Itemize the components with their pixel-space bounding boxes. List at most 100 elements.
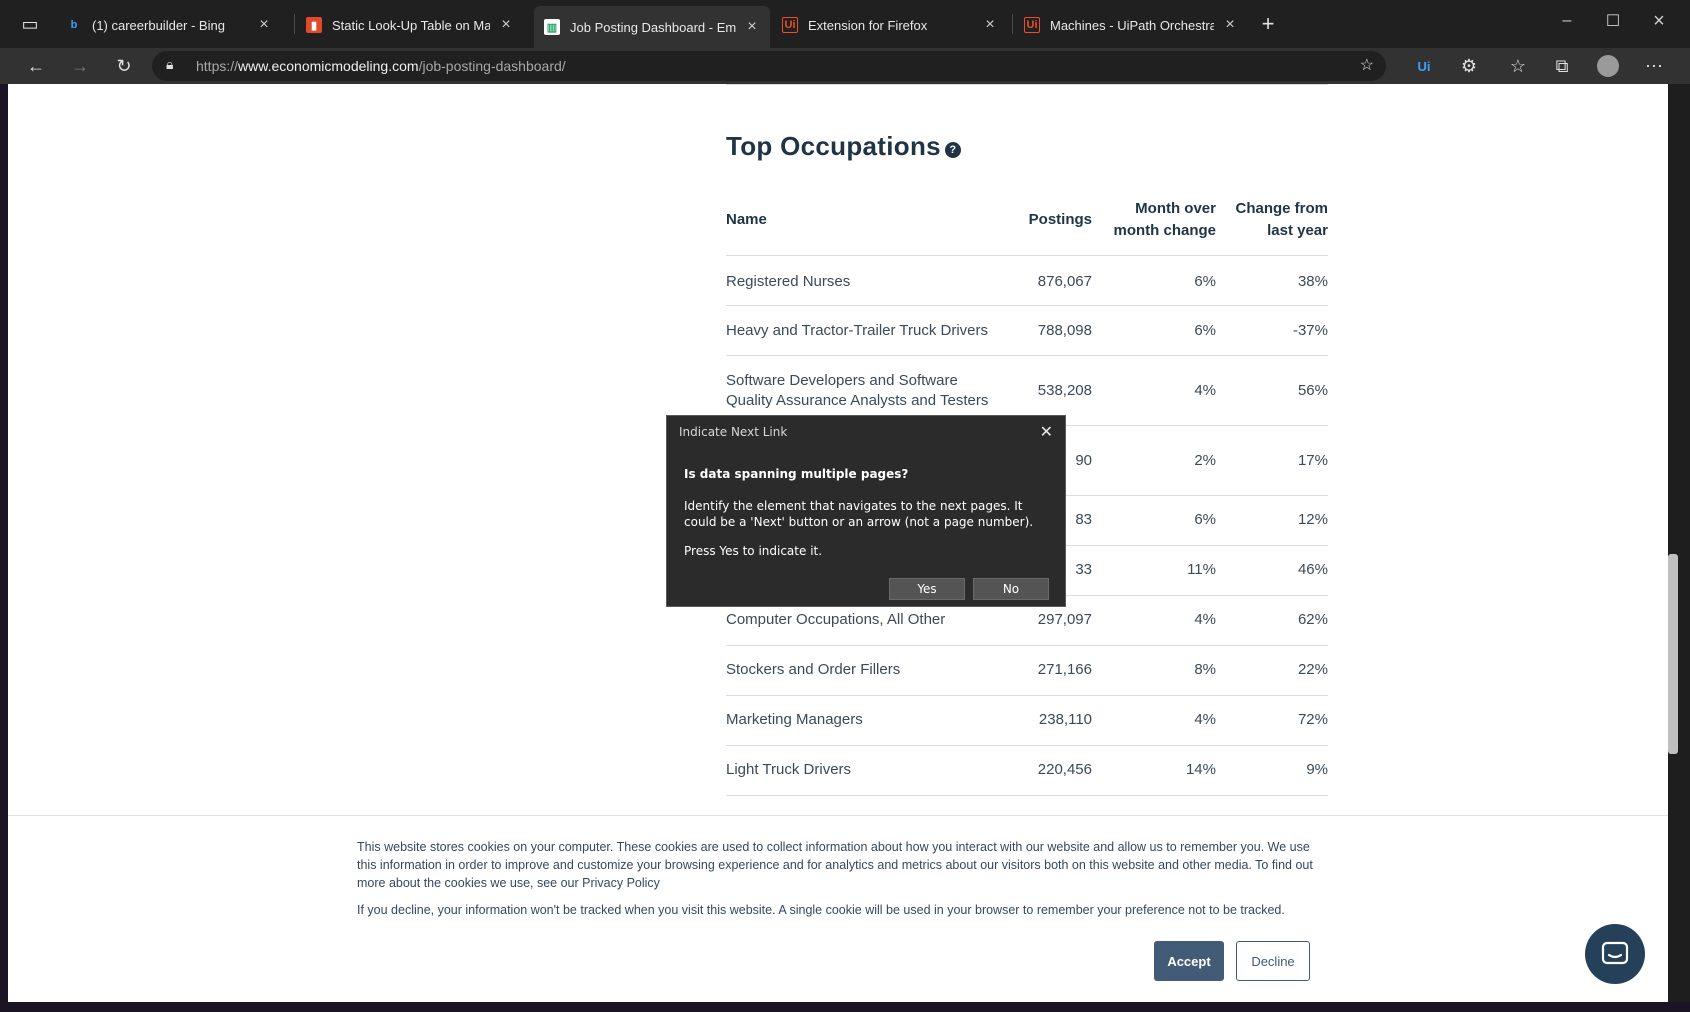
postings-value: 788,098	[1037, 322, 1092, 339]
occupation-name: Light Truck Drivers	[726, 761, 852, 778]
postings-value: 538,208	[1037, 382, 1092, 399]
more-menu-icon[interactable]: ⋯	[1640, 52, 1668, 80]
table-row: Marketing Managers 238,110 4% 72%	[726, 696, 1328, 746]
postings-value: 90	[1075, 452, 1092, 469]
header-label: Change from	[1235, 200, 1328, 217]
back-icon[interactable]: ←	[22, 52, 50, 80]
divider	[726, 84, 1328, 85]
column-header-name: Name	[726, 209, 767, 231]
doc-icon: ▮	[306, 17, 322, 33]
minimize-icon[interactable]: –	[1544, 8, 1590, 34]
url-text: https://www.economicmodeling.com/job-pos…	[196, 58, 566, 74]
postings-value: 83	[1075, 511, 1092, 528]
desktop-background	[0, 1002, 1690, 1012]
occupation-name: Software Developers and Software Quality…	[726, 372, 989, 409]
dialog-title: Indicate Next Link	[679, 425, 788, 439]
occupation-name: Marketing Managers	[726, 711, 863, 728]
dialog-instruction: Press Yes to indicate it.	[684, 544, 823, 558]
year-change-value: -37%	[1292, 322, 1328, 339]
help-icon[interactable]: ?	[944, 141, 961, 158]
postings-value: 238,110	[1038, 711, 1092, 728]
month-change-value: 14%	[1185, 761, 1216, 778]
tab-job-posting-dashboard[interactable]: ▥ Job Posting Dashboard - Emsi ×	[534, 6, 770, 48]
section-title-text: Top Occupations	[726, 131, 941, 161]
tab-separator	[1012, 14, 1013, 34]
no-button[interactable]: No	[973, 578, 1049, 600]
year-change-value: 56%	[1297, 382, 1328, 399]
tab-label: Machines - UiPath Orchestrator	[1050, 17, 1214, 33]
close-icon[interactable]: ×	[1222, 16, 1238, 34]
maximize-icon[interactable]: ☐	[1590, 8, 1636, 34]
close-icon[interactable]: ×	[498, 16, 514, 34]
new-tab-icon[interactable]: +	[1254, 10, 1282, 38]
forward-icon[interactable]: →	[66, 52, 94, 80]
close-icon[interactable]: ×	[744, 18, 760, 36]
postings-value: 33	[1075, 561, 1092, 578]
collections-icon[interactable]: ⧉	[1548, 52, 1576, 80]
tab-separator	[294, 14, 295, 34]
header-label: Postings	[1028, 211, 1092, 228]
dialog-body: Identify the element that navigates to t…	[684, 499, 1034, 529]
cookie-notice-text: This website stores cookies on your comp…	[357, 840, 1313, 890]
tab-label: Static Look-Up Table on Marielle	[332, 17, 490, 33]
tab-bar: ▭ b (1) careerbuilder - Bing × ▮ Static …	[0, 0, 1690, 48]
month-change-value: 8%	[1194, 661, 1216, 678]
uipath-extension-icon[interactable]: Ui	[1410, 52, 1438, 80]
address-bar[interactable]: 🔒︎ https://www.economicmodeling.com/job-…	[152, 51, 1386, 81]
uipath-icon: Ui	[1024, 17, 1040, 33]
chat-icon	[1601, 941, 1629, 965]
year-change-value: 72%	[1297, 711, 1328, 728]
chart-icon: ▥	[544, 19, 560, 35]
tab-static-lookup[interactable]: ▮ Static Look-Up Table on Marielle ×	[296, 8, 524, 42]
postings-value: 220,456	[1037, 761, 1092, 778]
month-change-value: 4%	[1194, 711, 1216, 728]
occupation-name: Computer Occupations, All Other	[726, 611, 946, 628]
accept-button[interactable]: Accept	[1154, 941, 1224, 981]
close-icon[interactable]: ✕	[1040, 422, 1053, 441]
year-change-value: 62%	[1297, 611, 1328, 628]
tab-extension-firefox[interactable]: Ui Extension for Firefox ×	[772, 8, 1008, 42]
favorites-icon[interactable]: ☆	[1504, 52, 1532, 80]
month-change-value: 6%	[1194, 322, 1216, 339]
close-window-icon[interactable]: ×	[1636, 8, 1682, 34]
close-icon[interactable]: ×	[982, 16, 998, 34]
header-label: Name	[726, 211, 767, 228]
postings-value: 876,067	[1037, 273, 1092, 290]
table-row: Heavy and Tractor-Trailer Truck Drivers …	[726, 306, 1328, 356]
column-header-postings: Postings	[998, 209, 1092, 231]
decline-button[interactable]: Decline	[1236, 941, 1310, 981]
tab-bing[interactable]: b (1) careerbuilder - Bing ×	[56, 8, 282, 42]
tab-actions-icon[interactable]: ▭	[16, 10, 44, 38]
postings-value: 297,097	[1037, 611, 1092, 628]
header-label: month change	[1113, 222, 1216, 239]
month-change-value: 4%	[1194, 611, 1216, 628]
refresh-icon[interactable]: ↻	[110, 52, 138, 80]
url-prefix: https://	[196, 58, 239, 74]
extensions-icon[interactable]: ⚙	[1455, 52, 1483, 80]
year-change-value: 46%	[1297, 561, 1328, 578]
year-change-value: 22%	[1297, 661, 1328, 678]
scrollbar[interactable]	[1668, 554, 1678, 754]
section-title: Top Occupations ?	[726, 131, 961, 162]
cookie-banner: This website stores cookies on your comp…	[8, 815, 1668, 1002]
table-row: Light Truck Drivers 220,456 14% 9%	[726, 746, 1328, 796]
close-icon[interactable]: ×	[256, 16, 272, 34]
occupation-name: Registered Nurses	[726, 273, 851, 290]
cookie-decline-notice: If you decline, your information won't b…	[357, 903, 1285, 917]
tab-uipath-orchestrator[interactable]: Ui Machines - UiPath Orchestrator ×	[1014, 8, 1248, 42]
table-row: Stockers and Order Fillers 271,166 8% 22…	[726, 646, 1328, 696]
add-favorite-icon[interactable]: ☆	[1360, 55, 1374, 75]
column-header-year-change: Change from last year	[1228, 198, 1328, 242]
bing-icon: b	[70, 19, 78, 31]
profile-avatar[interactable]	[1594, 52, 1622, 80]
table-row: Registered Nurses 876,067 6% 38%	[726, 256, 1328, 306]
tab-label: (1) careerbuilder - Bing	[92, 17, 225, 33]
chat-launcher-icon[interactable]	[1585, 924, 1645, 984]
month-change-value: 11%	[1187, 561, 1216, 578]
tab-label: Extension for Firefox	[808, 17, 928, 33]
header-label: last year	[1267, 222, 1328, 239]
year-change-value: 9%	[1306, 761, 1328, 778]
month-change-value: 6%	[1194, 511, 1216, 528]
background-window-edge	[1668, 84, 1690, 1002]
yes-button[interactable]: Yes	[889, 578, 965, 600]
